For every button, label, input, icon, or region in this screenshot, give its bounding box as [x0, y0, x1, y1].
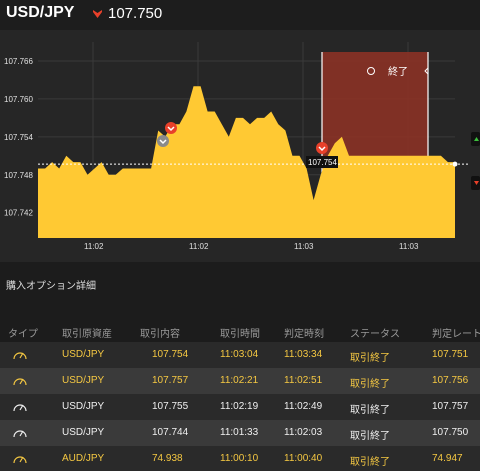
gauge-icon — [13, 404, 27, 412]
price-cell: 107.754 — [152, 349, 189, 360]
asset-cell: USD/JPY — [62, 375, 105, 386]
table-row[interactable]: AUD/JPY 74.938 11:00:10 11:00:40 取引終了 74.947 — [0, 446, 480, 471]
table-row[interactable]: USD/JPY 107.757 11:02:21 11:02:51 取引終了 107.75… — [0, 368, 480, 394]
y-tick-label: 107.748 — [4, 171, 33, 180]
x-tick-label: 11:03 — [294, 242, 314, 251]
down-arrow-icon — [93, 10, 102, 18]
asset-cell: USD/JPY — [62, 349, 105, 360]
judge-time-cell: 11:00:40 — [284, 453, 323, 464]
price-cell: 107.757 — [152, 375, 189, 386]
table-row[interactable]: USD/JPY 107.754 11:03:04 11:03:34 取引終了 107.75… — [0, 342, 480, 368]
asset-cell: USD/JPY — [62, 427, 105, 438]
status-cell: 取引終了 — [350, 405, 390, 416]
judge-rate-cell: 107.750 — [432, 427, 469, 438]
trade-time-cell: 11:03:04 — [220, 349, 259, 360]
column-header: 取引原資産 — [62, 329, 112, 340]
status-cell: 取引終了 — [350, 431, 390, 442]
column-header: 取引時間 — [220, 329, 260, 340]
details-section-title: 購入オプション詳細 — [6, 281, 96, 292]
y-tick-label: 107.766 — [4, 57, 33, 66]
price-chart[interactable]: 107.766 107.760 107.754 107.748 107.742 11:02… — [0, 30, 480, 262]
trade-time-cell: 11:01:33 — [220, 427, 259, 438]
column-header: タイプ — [8, 329, 38, 340]
column-header: 判定レート — [432, 329, 480, 340]
header-bar: USD/JPY 107.750 — [0, 0, 480, 30]
asset-cell: AUD/JPY — [62, 453, 105, 464]
gauge-icon — [13, 430, 27, 438]
judge-time-cell: 11:02:03 — [284, 427, 323, 438]
trade-time-cell: 11:02:21 — [220, 375, 259, 386]
y-tick-label: 107.754 — [4, 133, 33, 142]
currency-pair-title[interactable]: USD/JPY — [6, 4, 74, 22]
x-tick-label: 11:03 — [399, 242, 419, 251]
column-header: 取引内容 — [140, 329, 180, 340]
judge-rate-cell: 107.756 — [432, 375, 469, 386]
current-rate: 107.750 — [108, 5, 163, 22]
column-header: ステータス — [350, 329, 400, 340]
gauge-icon — [13, 456, 27, 464]
status-cell: 取引終了 — [350, 353, 390, 364]
price-chart-svg: 107.766 107.760 107.754 107.748 107.742 11:02… — [4, 42, 480, 251]
judge-rate-cell: 74.947 — [432, 453, 463, 464]
y-tick-label: 107.742 — [4, 209, 33, 218]
table-row[interactable]: USD/JPY 107.755 11:02:19 11:02:49 取引終了 107.75… — [0, 394, 480, 420]
price-cell: 107.755 — [152, 401, 189, 412]
y-tick-label: 107.760 — [4, 95, 33, 104]
x-tick-label: 11:02 — [189, 242, 209, 251]
judge-time-cell: 11:02:49 — [284, 401, 323, 412]
table-row[interactable]: USD/JPY 107.744 11:01:33 11:02:03 取引終了 107.75… — [0, 420, 480, 446]
trade-marker-closed[interactable] — [157, 135, 169, 147]
table-header: タイプ 取引原資産 取引内容 取引時間 判定時刻 ステータス 判定レート — [0, 320, 480, 342]
gauge-icon — [13, 352, 27, 360]
trade-marker-down[interactable] — [316, 142, 328, 154]
asset-cell: USD/JPY — [62, 401, 105, 412]
judge-time-cell: 11:03:34 — [284, 349, 323, 360]
price-tooltip-label: 107.754 — [308, 158, 337, 167]
trade-time-cell: 11:02:19 — [220, 401, 259, 412]
judge-rate-cell: 107.757 — [432, 401, 469, 412]
price-cell: 74.938 — [152, 453, 183, 464]
trading-page: USD/JPY 107.750 107.766 107.760 107.754 107… — [0, 0, 480, 471]
judge-rate-cell: 107.751 — [432, 349, 469, 360]
expiry-label: 終了 — [388, 65, 408, 78]
gauge-icon — [13, 378, 27, 386]
trade-marker-down[interactable] — [165, 122, 177, 134]
judge-time-cell: 11:02:51 — [284, 375, 323, 386]
status-cell: 取引終了 — [350, 379, 390, 390]
column-header: 判定時刻 — [284, 329, 324, 340]
price-cell: 107.744 — [152, 427, 189, 438]
current-price-dot — [452, 161, 458, 167]
trade-time-cell: 11:00:10 — [220, 453, 259, 464]
status-cell: 取引終了 — [350, 457, 390, 468]
x-tick-label: 11:02 — [84, 242, 104, 251]
